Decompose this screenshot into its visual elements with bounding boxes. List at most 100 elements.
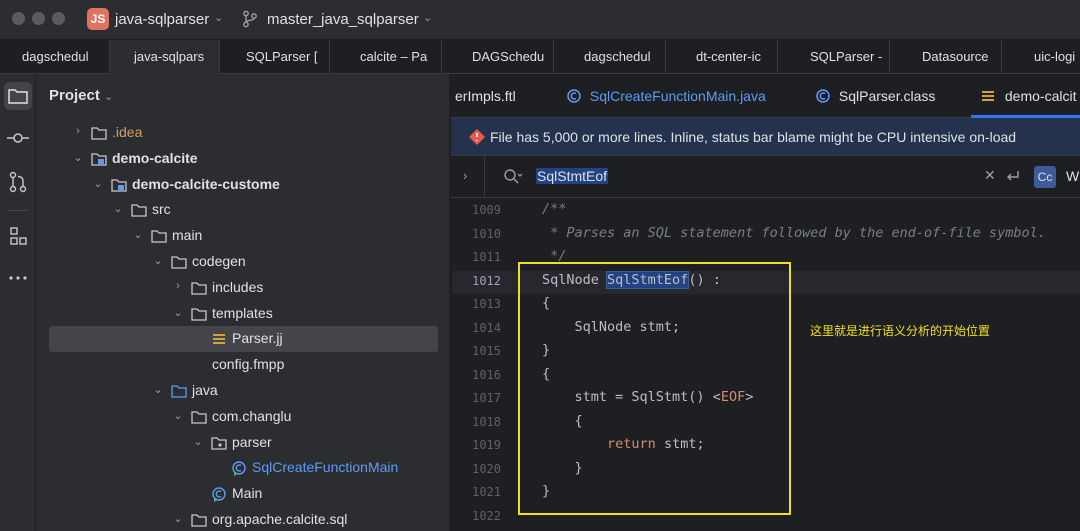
line-number: 1013 (472, 297, 501, 311)
folder-icon (8, 89, 28, 104)
notification-banner: File has 5,000 or more lines. Inline, st… (451, 118, 1080, 156)
tree-item[interactable]: Main (36, 481, 450, 507)
project-tool-button[interactable] (4, 82, 32, 110)
file-tab[interactable]: dagschedul (0, 40, 110, 74)
chevron-down-icon[interactable]: ⌄ (172, 512, 184, 525)
line-number: 1012 (472, 273, 501, 288)
chevron-down-icon[interactable]: ⌄ (214, 11, 223, 24)
tree-item-label: parser (232, 433, 272, 450)
editor-tab-active[interactable]: demo-calcit (981, 74, 1077, 118)
words-toggle[interactable]: W (1066, 168, 1079, 184)
tree-item[interactable]: SqlCreateFunctionMain (36, 455, 450, 481)
file-tab[interactable]: Datasource (890, 40, 1002, 74)
pull-requests-tool-button[interactable] (4, 168, 32, 196)
search-input[interactable]: SqlStmtEof (536, 168, 609, 184)
newline-icon[interactable] (1004, 168, 1022, 186)
tree-item[interactable]: ⌄ src (36, 197, 450, 223)
file-tab[interactable]: dt-center-ic (666, 40, 778, 74)
folder-icon (90, 125, 108, 146)
tree-item[interactable]: ⌄ java (36, 378, 450, 404)
tree-item[interactable]: › .idea (36, 120, 450, 146)
tree-item-label: .idea (112, 124, 143, 140)
file-tab[interactable]: SQLParser - (778, 40, 890, 74)
tree-item[interactable]: ⌄ codegen (36, 249, 450, 275)
commit-tool-button[interactable] (4, 124, 32, 152)
minimize-window-button[interactable] (32, 12, 45, 25)
chevron-right-icon[interactable]: › (463, 168, 467, 183)
source-folder-icon (170, 383, 188, 404)
file-tab[interactable]: SQLParser [ (220, 40, 330, 74)
zoom-window-button[interactable] (52, 12, 65, 25)
tree-item-label: Main (232, 485, 263, 502)
match-case-toggle[interactable]: Cc (1034, 166, 1056, 188)
tree-item[interactable]: ⌄ demo-calcite-custome (36, 172, 450, 198)
line-number: 1022 (472, 508, 501, 523)
branch-name[interactable]: master_java_sqlparser (267, 11, 419, 28)
editor-tab-label: SqlCreateFunctionMain.java (589, 88, 766, 104)
project-panel-title[interactable]: Project ⌄ (49, 87, 113, 104)
file-tab[interactable]: java-sqlpars (110, 40, 220, 74)
code-line: /** (542, 201, 567, 217)
annotation-box (518, 262, 791, 515)
chevron-down-icon[interactable]: ⌄ (172, 306, 184, 319)
chevron-down-icon[interactable]: ⌄ (112, 202, 124, 215)
file-lines-icon (982, 91, 994, 101)
editor-tab-label: SqlParser.class (838, 88, 936, 104)
editor-tab[interactable]: SqlCreateFunctionMain.java (566, 74, 766, 118)
folder-icon (170, 254, 188, 275)
line-number: 1017 (472, 391, 501, 405)
chevron-down-icon[interactable]: ⌄ (152, 383, 164, 396)
editor-tab-label: erImpls.ftl (455, 88, 516, 104)
editor-tab[interactable]: erImpls.ftl (455, 74, 516, 118)
line-number: 1019 (472, 438, 501, 452)
tree-item[interactable]: › includes (36, 275, 450, 301)
editor-tab[interactable]: SqlParser.class (815, 74, 935, 118)
tree-item[interactable]: config.fmpp (36, 352, 450, 378)
folder-icon (190, 409, 208, 430)
tree-item-label: codegen (192, 253, 246, 269)
folder-icon (190, 512, 208, 531)
tree-item-label: includes (212, 278, 264, 295)
tree-item-label: java (192, 382, 218, 398)
chevron-down-icon[interactable]: ⌄ (152, 254, 164, 267)
commit-icon (7, 133, 29, 143)
clear-search-icon[interactable]: ✕ (984, 167, 996, 184)
code-line: * Parses an SQL statement followed by th… (542, 224, 1046, 241)
tree-item-label: Parser.jj (232, 330, 283, 347)
line-number: 1018 (472, 414, 501, 429)
search-icon[interactable] (503, 168, 523, 186)
file-tab[interactable]: dagschedul (554, 40, 666, 74)
folder-icon (130, 202, 148, 223)
tree-item[interactable]: ⌄ main (36, 223, 450, 249)
chevron-down-icon[interactable]: ⌄ (92, 177, 104, 190)
more-tools-button[interactable] (4, 264, 32, 292)
class-run-icon (567, 89, 581, 103)
tree-item[interactable]: ⌄ com.changlu (36, 404, 450, 430)
chevron-down-icon[interactable]: ⌄ (192, 435, 204, 448)
file-tab[interactable]: calcite – Pa (330, 40, 442, 74)
chevron-down-icon[interactable]: ⌄ (132, 228, 144, 241)
chevron-right-icon[interactable]: › (172, 280, 184, 292)
tree-item[interactable]: ⌄ templates (36, 301, 450, 327)
tree-item[interactable]: ⌄ org.apache.calcite.sql (36, 507, 450, 531)
tree-item[interactable]: ⌄ demo-calcite (36, 146, 450, 172)
chevron-down-icon[interactable]: ⌄ (104, 91, 113, 103)
tree-item[interactable]: Parser.jj (36, 326, 450, 353)
project-badge[interactable]: JS (87, 8, 109, 30)
chevron-down-icon[interactable]: ⌄ (172, 409, 184, 422)
tree-item-label: SqlCreateFunctionMain (252, 459, 399, 476)
file-tab[interactable]: uic-logi (1002, 40, 1080, 74)
chevron-down-icon[interactable]: ⌄ (72, 151, 84, 164)
tree-item-label: main (172, 227, 203, 244)
structure-tool-button[interactable] (4, 222, 32, 250)
module-icon (90, 151, 108, 172)
file-tab[interactable]: DAGSchedu (442, 40, 554, 74)
tree-item[interactable]: ⌄ parser (36, 430, 450, 456)
close-window-button[interactable] (12, 12, 25, 25)
chevron-down-icon[interactable]: ⌄ (423, 11, 432, 24)
project-name[interactable]: java-sqlparser (115, 11, 209, 28)
tree-item-label: com.changlu (212, 407, 292, 424)
title-bar: JS java-sqlparser ⌄ master_java_sqlparse… (0, 0, 1080, 40)
project-panel: Project ⌄ › .idea ⌄ demo-calcite ⌄ demo-calci… (36, 74, 450, 531)
chevron-right-icon[interactable]: › (72, 125, 84, 137)
